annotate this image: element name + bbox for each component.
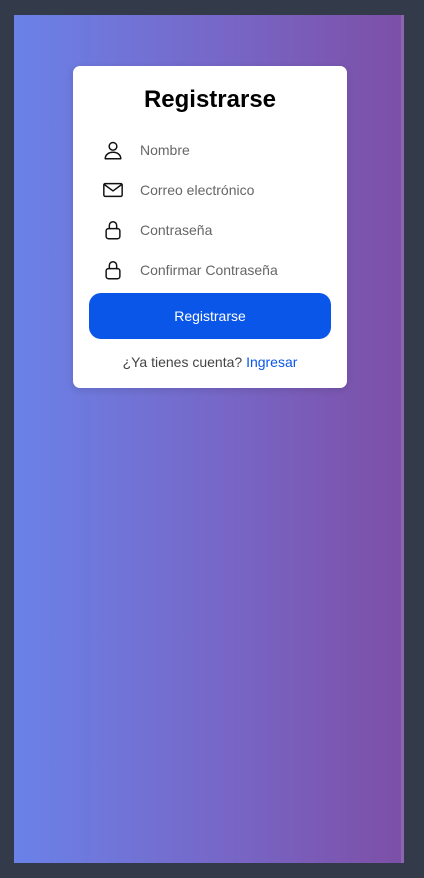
page-title: Registrarse [143, 86, 277, 113]
mail-icon [101, 178, 125, 202]
confirm-password-input[interactable] [140, 262, 320, 278]
lock-icon [101, 218, 125, 242]
app-viewport: Registrarse Nombre Correo electrónico Re… [14, 15, 404, 863]
register-card: Registrarse Nombre Correo electrónico Re… [73, 66, 347, 388]
email-field-row [101, 176, 321, 204]
password-field-row [101, 216, 321, 244]
user-icon [101, 138, 125, 162]
name-field-row [101, 136, 321, 164]
password-input[interactable] [140, 222, 320, 238]
login-link[interactable]: Ingresar [246, 354, 297, 370]
login-prompt-text: ¿Ya tienes cuenta? [122, 354, 243, 370]
confirm-password-field-row [101, 256, 321, 284]
name-input[interactable] [140, 142, 320, 158]
email-input[interactable] [140, 182, 320, 198]
login-prompt: ¿Ya tienes cuenta? Ingresar [73, 353, 347, 371]
lock-icon [101, 258, 125, 282]
register-button[interactable]: Registrarse [89, 293, 331, 339]
